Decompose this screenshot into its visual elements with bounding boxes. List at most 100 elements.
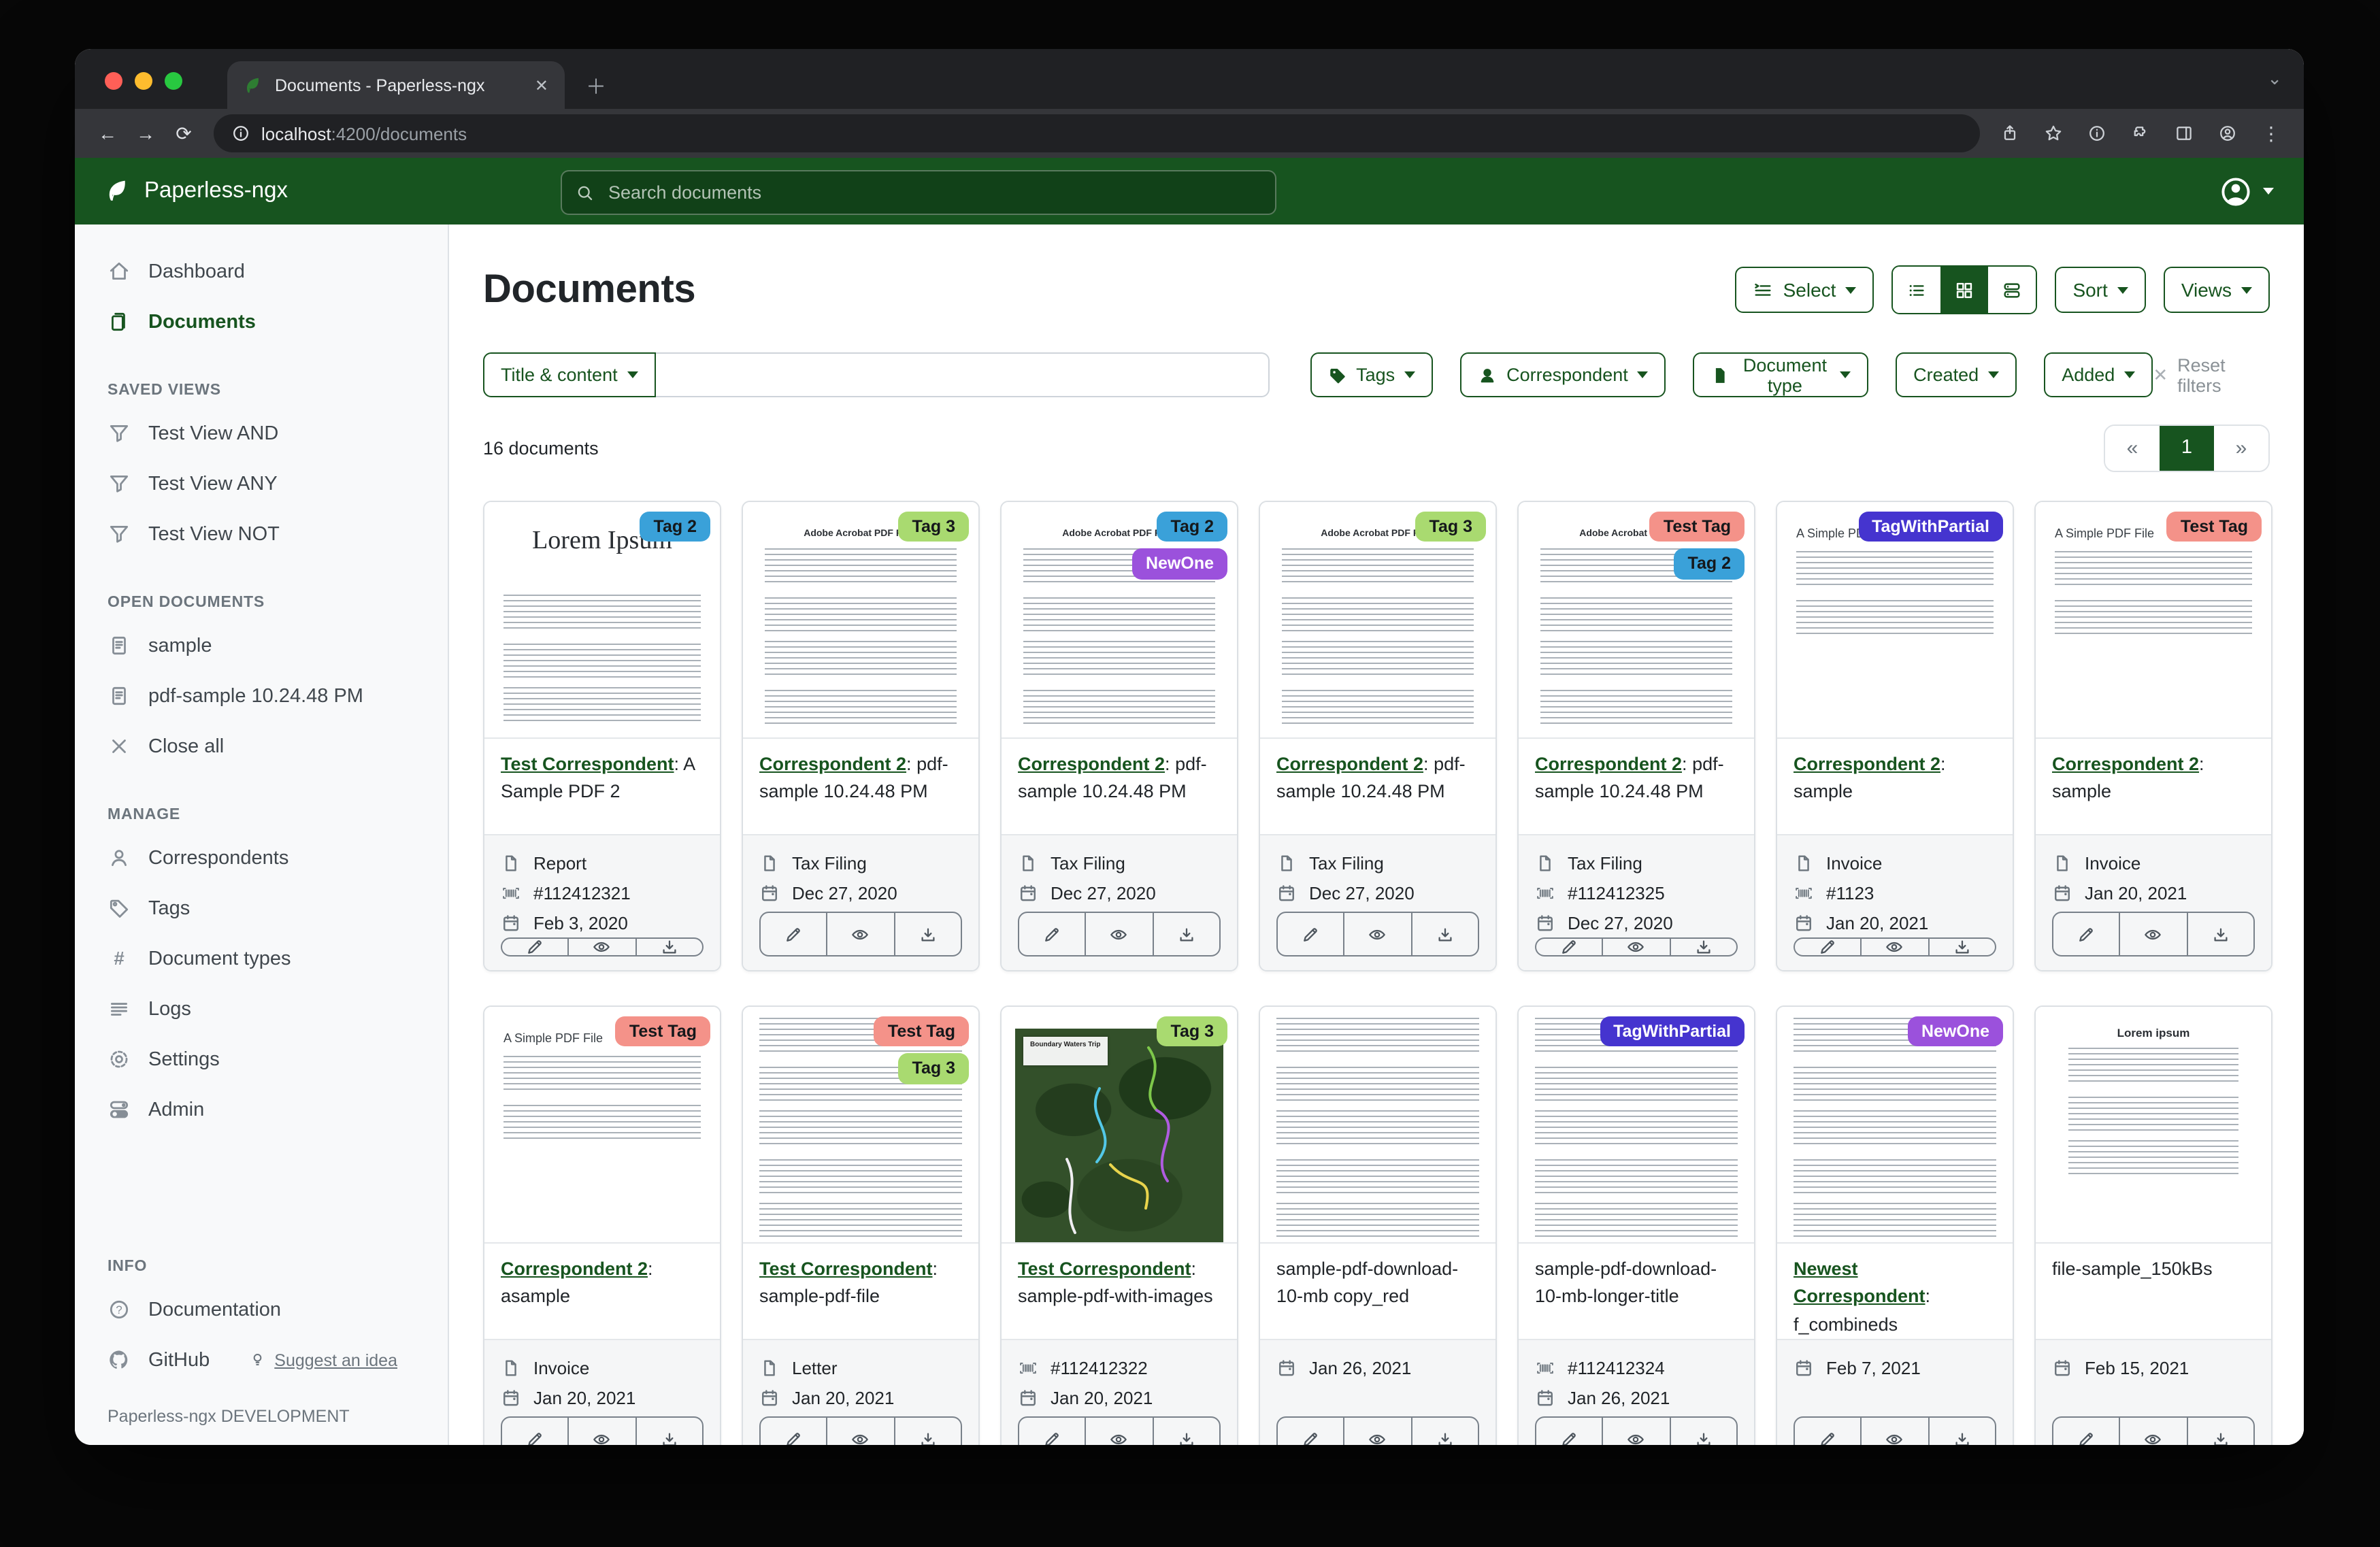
grid-view-button[interactable]: [1940, 267, 1988, 313]
sidebar-item-pdf-sample-10-24-48-pm[interactable]: pdf-sample 10.24.48 PM: [75, 671, 448, 721]
sidebar-item-correspondents[interactable]: Correspondents: [75, 833, 448, 883]
select-button[interactable]: Select: [1736, 267, 1874, 313]
sidebar-item-sample[interactable]: sample: [75, 620, 448, 671]
detail-view-button[interactable]: [1988, 267, 2036, 313]
tag-badge-tag-2[interactable]: Tag 2: [640, 512, 710, 542]
download-button[interactable]: [1152, 913, 1219, 955]
sidebar-item-test-view-not[interactable]: Test View NOT: [75, 509, 448, 559]
filter-document-type-button[interactable]: Document type: [1693, 352, 1868, 397]
share-icon[interactable]: [1991, 114, 2029, 152]
sidebar-item-documentation[interactable]: ? Documentation: [75, 1284, 448, 1335]
edit-button[interactable]: [761, 1418, 827, 1445]
correspondent-link[interactable]: Test Correspondent: [759, 1259, 933, 1279]
download-button[interactable]: [1410, 913, 1478, 955]
tag-badge-tag-2[interactable]: Tag 2: [1674, 549, 1745, 580]
correspondent-link[interactable]: Test Correspondent: [1018, 1259, 1191, 1279]
filter-correspondent-button[interactable]: Correspondent: [1460, 352, 1666, 397]
list-view-button[interactable]: [1893, 267, 1940, 313]
download-button[interactable]: [1669, 939, 1736, 955]
sort-button[interactable]: Sort: [2055, 267, 2145, 313]
view-button[interactable]: [1344, 1418, 1411, 1445]
view-button[interactable]: [1085, 1418, 1153, 1445]
correspondent-link[interactable]: Correspondent 2: [1535, 754, 1682, 774]
sidebar-item-settings[interactable]: Settings: [75, 1034, 448, 1084]
download-button[interactable]: [1669, 1418, 1736, 1445]
site-info-icon[interactable]: [231, 114, 250, 152]
sidebar-item-logs[interactable]: Logs: [75, 984, 448, 1034]
edit-button[interactable]: [502, 1418, 568, 1445]
browser-menu-kebab-icon[interactable]: ⋮: [2252, 114, 2290, 152]
extensions-puzzle-icon[interactable]: [2121, 114, 2160, 152]
view-button[interactable]: [568, 939, 635, 955]
new-tab-button[interactable]: ＋: [576, 65, 616, 106]
sidebar-item-tags[interactable]: Tags: [75, 883, 448, 933]
tag-badge-newone[interactable]: NewOne: [1132, 549, 1227, 580]
user-menu[interactable]: [2219, 158, 2274, 224]
sidebar-item-close-all[interactable]: Close all: [75, 721, 448, 771]
document-thumbnail[interactable]: Test Tag Tag 3: [743, 1007, 978, 1244]
correspondent-link[interactable]: Correspondent 2: [1276, 754, 1423, 774]
view-button[interactable]: [2119, 913, 2187, 955]
tag-badge-test-tag[interactable]: Test Tag: [616, 1016, 710, 1047]
sidebar-item-document-types[interactable]: # Document types: [75, 933, 448, 984]
title-content-filter-input[interactable]: [656, 352, 1269, 397]
sidebar-item-documents[interactable]: Documents: [75, 297, 448, 347]
download-button[interactable]: [2186, 1418, 2253, 1445]
tag-badge-tag-3[interactable]: Tag 3: [1416, 512, 1486, 542]
document-thumbnail[interactable]: Adobe Acrobat PDF Files Test TagTag 2: [1519, 502, 1754, 739]
previous-page-button[interactable]: «: [2105, 425, 2160, 470]
views-button[interactable]: Views: [2164, 267, 2270, 313]
download-button[interactable]: [893, 913, 961, 955]
edit-button[interactable]: [1795, 939, 1861, 955]
document-thumbnail[interactable]: A Simple PDF File Test Tag: [2036, 502, 2271, 739]
edit-button[interactable]: [1019, 1418, 1085, 1445]
tag-badge-test-tag[interactable]: Test Tag: [874, 1016, 969, 1047]
document-thumbnail[interactable]: Adobe Acrobat PDF Files Tag 2NewOne: [1002, 502, 1237, 739]
filter-field-button[interactable]: Title & content: [483, 352, 656, 397]
extension-badge-icon[interactable]: [2078, 114, 2116, 152]
tag-badge-tagwithpartial[interactable]: TagWithPartial: [1858, 512, 2003, 542]
download-button[interactable]: [1410, 1418, 1478, 1445]
edit-button[interactable]: [1278, 913, 1344, 955]
view-button[interactable]: [1344, 913, 1411, 955]
correspondent-link[interactable]: Correspondent 2: [2052, 754, 2199, 774]
document-thumbnail[interactable]: A Simple PDF File Test Tag: [484, 1007, 720, 1244]
sidebar-item-test-view-any[interactable]: Test View ANY: [75, 459, 448, 509]
correspondent-link[interactable]: Test Correspondent: [501, 754, 674, 774]
tag-badge-tag-3[interactable]: Tag 3: [1157, 1016, 1227, 1047]
side-panel-icon[interactable]: [2165, 114, 2203, 152]
back-button[interactable]: ←: [88, 114, 127, 152]
sidebar-item-dashboard[interactable]: Dashboard: [75, 246, 448, 297]
tag-badge-tagwithpartial[interactable]: TagWithPartial: [1600, 1016, 1745, 1047]
next-page-button[interactable]: »: [2214, 425, 2268, 470]
edit-button[interactable]: [1536, 1418, 1602, 1445]
reload-button[interactable]: ⟳: [165, 114, 203, 152]
filter-created-button[interactable]: Created: [1896, 352, 2017, 397]
document-thumbnail[interactable]: A Simple PDF File TagWithPartial: [1777, 502, 2013, 739]
tab-search-chevron-icon[interactable]: ⌄: [2267, 68, 2282, 90]
download-button[interactable]: [893, 1418, 961, 1445]
view-button[interactable]: [827, 913, 894, 955]
edit-button[interactable]: [2053, 913, 2119, 955]
browser-tab[interactable]: Documents - Paperless-ngx ✕: [227, 61, 565, 109]
correspondent-link[interactable]: Correspondent 2: [759, 754, 906, 774]
document-thumbnail[interactable]: Adobe Acrobat PDF Files Tag 3: [1260, 502, 1495, 739]
correspondent-link[interactable]: Correspondent 2: [1794, 754, 1940, 774]
edit-button[interactable]: [1019, 913, 1085, 955]
filter-added-button[interactable]: Added: [2044, 352, 2153, 397]
document-thumbnail[interactable]: Adobe Acrobat PDF Files Tag 3: [743, 502, 978, 739]
bookmark-star-icon[interactable]: [2034, 114, 2072, 152]
edit-button[interactable]: [2053, 1418, 2119, 1445]
correspondent-link[interactable]: Newest Correspondent: [1794, 1259, 1926, 1307]
tag-badge-tag-3[interactable]: Tag 3: [899, 1054, 969, 1084]
document-thumbnail[interactable]: Boundary Waters Trip Tag 3: [1002, 1007, 1237, 1244]
filter-tags-button[interactable]: Tags: [1310, 352, 1433, 397]
sidebar-link-suggest-an-idea[interactable]: Suggest an idea: [249, 1350, 397, 1369]
download-button[interactable]: [635, 1418, 702, 1445]
reset-filters-button[interactable]: ✕ Reset filters: [2153, 354, 2270, 395]
tag-badge-test-tag[interactable]: Test Tag: [2167, 512, 2262, 542]
document-thumbnail[interactable]: [1260, 1007, 1495, 1244]
sidebar-item-github[interactable]: GitHub Suggest an idea: [75, 1335, 448, 1385]
download-button[interactable]: [2186, 913, 2253, 955]
close-window-button[interactable]: [105, 72, 122, 90]
